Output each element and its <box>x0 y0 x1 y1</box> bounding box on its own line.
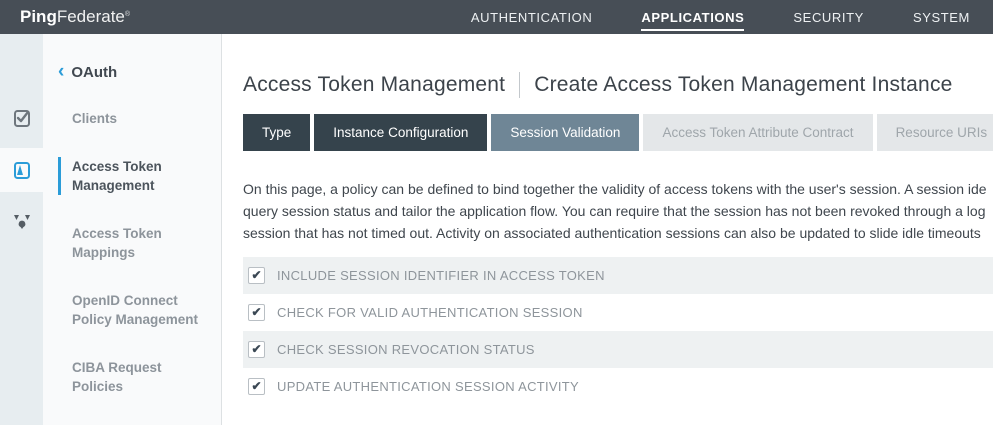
rail-access-token-button[interactable] <box>0 148 43 192</box>
tab-resource-uris: Resource URIs <box>877 114 993 151</box>
nav-system[interactable]: SYSTEM <box>913 4 970 31</box>
nav-authentication[interactable]: AUTHENTICATION <box>471 4 593 31</box>
rail-clients-button[interactable] <box>0 96 43 140</box>
logo-ping: Ping <box>20 7 57 27</box>
sidebar-item-access-token-management[interactable]: Access Token Management <box>58 157 213 195</box>
checkbox-task-icon <box>11 107 33 129</box>
sidebar-item-ciba-request-policies[interactable]: CIBA Request Policies <box>58 358 213 396</box>
page-title-secondary: Create Access Token Management Instance <box>534 73 952 97</box>
tab-access-token-attribute-contract: Access Token Attribute Contract <box>643 114 872 151</box>
chevron-left-icon: ‹ <box>58 62 64 81</box>
edit-document-icon <box>11 159 33 181</box>
update-authentication-session-activity-checkbox[interactable]: ✔ <box>248 378 265 395</box>
checkbox-row[interactable]: ✔ CHECK FOR VALID AUTHENTICATION SESSION <box>243 294 993 331</box>
icon-rail <box>0 34 43 425</box>
paw-cluster-icon <box>11 212 33 232</box>
check-session-revocation-status-checkbox[interactable]: ✔ <box>248 341 265 358</box>
nav-applications[interactable]: APPLICATIONS <box>641 4 744 31</box>
page-title: Access Token Management Create Access To… <box>243 72 993 98</box>
checkbox-row[interactable]: ✔ CHECK SESSION REVOCATION STATUS <box>243 331 993 368</box>
checkbox-row[interactable]: ✔ INCLUDE SESSION IDENTIFIER IN ACCESS T… <box>243 257 993 294</box>
description-line: session that has not timed out. Activity… <box>243 222 993 244</box>
oauth-sidebar: ‹ OAuth Clients Access Token Management … <box>43 34 222 425</box>
checkbox-row[interactable]: ✔ UPDATE AUTHENTICATION SESSION ACTIVITY <box>243 368 993 405</box>
sidebar-section-title: OAuth <box>71 64 117 81</box>
nav-security[interactable]: SECURITY <box>793 4 864 31</box>
tab-instance-configuration[interactable]: Instance Configuration <box>312 114 487 151</box>
pingfederate-logo: PingFederate® <box>20 7 130 27</box>
sidebar-back-oauth[interactable]: ‹ OAuth <box>58 63 213 82</box>
logo-federate: Federate <box>57 7 125 27</box>
registered-mark: ® <box>125 11 130 18</box>
checkbox-label: INCLUDE SESSION IDENTIFIER IN ACCESS TOK… <box>277 268 605 283</box>
tab-session-validation[interactable]: Session Validation <box>491 114 639 151</box>
checkbox-label: CHECK FOR VALID AUTHENTICATION SESSION <box>277 305 583 320</box>
tab-type[interactable]: Type <box>243 114 310 151</box>
top-bar: PingFederate® AUTHENTICATION APPLICATION… <box>0 0 993 34</box>
wizard-tabs: Type Instance Configuration Session Vali… <box>243 114 993 151</box>
checkmark-icon: ✔ <box>251 343 261 355</box>
main-content: Access Token Management Create Access To… <box>222 34 993 425</box>
checkmark-icon: ✔ <box>251 269 261 281</box>
sidebar-item-access-token-mappings[interactable]: Access Token Mappings <box>58 224 213 262</box>
include-session-identifier-checkbox[interactable]: ✔ <box>248 267 265 284</box>
check-valid-authentication-session-checkbox[interactable]: ✔ <box>248 304 265 321</box>
checkmark-icon: ✔ <box>251 380 261 392</box>
checkbox-label: CHECK SESSION REVOCATION STATUS <box>277 342 535 357</box>
top-nav: AUTHENTICATION APPLICATIONS SECURITY SYS… <box>471 4 970 31</box>
sidebar-item-clients[interactable]: Clients <box>58 109 213 128</box>
description-line: On this page, a policy can be defined to… <box>243 178 993 200</box>
page-description: On this page, a policy can be defined to… <box>243 178 993 244</box>
rail-policies-button[interactable] <box>0 200 43 244</box>
description-line: query session status and tailor the appl… <box>243 200 993 222</box>
checkmark-icon: ✔ <box>251 306 261 318</box>
session-validation-options: ✔ INCLUDE SESSION IDENTIFIER IN ACCESS T… <box>243 257 993 405</box>
sidebar-item-openid-connect-policy-management[interactable]: OpenID Connect Policy Management <box>58 291 213 329</box>
checkbox-label: UPDATE AUTHENTICATION SESSION ACTIVITY <box>277 379 579 394</box>
page-title-primary: Access Token Management <box>243 73 505 97</box>
title-divider <box>519 72 520 98</box>
